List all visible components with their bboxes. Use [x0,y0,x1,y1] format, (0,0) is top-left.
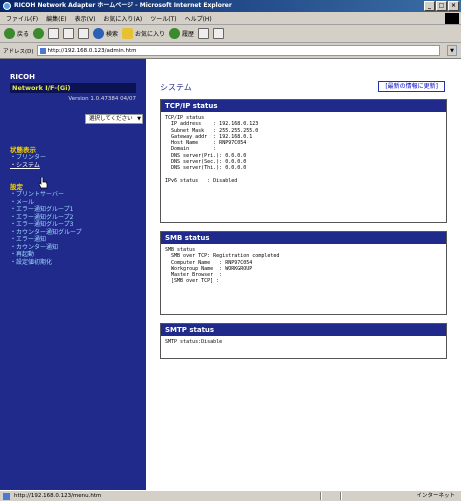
menu-tools[interactable]: ツール(T) [150,14,176,23]
panel-body: SMB status SMB over TCP: Registration co… [165,247,280,285]
sidebar-status-heading: 状態表示 [10,146,36,154]
sidebar-link-counter-group[interactable]: ・カウンター通知グループ [10,229,146,237]
sidebar-link-error-notify[interactable]: ・エラー通知 [10,236,146,244]
menu-favorites[interactable]: お気に入り(A) [103,14,142,23]
address-input[interactable]: http://192.168.0.123/admin.htm [36,45,440,56]
page-viewport: RICOH Network I/F-(Gi) Version 1.0.47384… [0,58,461,491]
address-label: アドレス(D) [3,48,34,55]
back-button[interactable]: 戻る [4,28,29,39]
window-title: RICOH Network Adapter ホームページ - Microsoft… [14,2,232,9]
home-icon [78,28,90,39]
favorites-button[interactable]: お気に入り [122,28,165,39]
panel-body: TCP/IP status IP address : 192.168.0.123… [165,115,259,184]
ie-icon [3,2,11,10]
history-icon [169,28,181,39]
close-button[interactable]: × [448,1,459,11]
minimize-button[interactable]: _ [424,1,435,11]
sidebar-version: Version 1.0.47384 04/07 [68,96,136,102]
sidebar-link-error-group-1[interactable]: ・エラー通知グループ1 [10,206,146,214]
status-divider [340,492,342,500]
forward-button[interactable] [33,28,45,39]
stop-icon [48,28,60,39]
smb-status-panel: SMB status SMB status SMB over TCP: Regi… [160,231,447,315]
menu-file[interactable]: ファイル(F) [6,14,38,23]
tcpip-status-panel: TCP/IP status TCP/IP status IP address :… [160,99,447,223]
sidebar-link-print-server[interactable]: ・プリントサーバー [10,191,146,199]
sidebar-link-reset[interactable]: ・設定値初期化 [10,259,146,267]
refresh-icon [63,28,75,39]
sidebar-link-printer[interactable]: ・プリンター [10,154,146,162]
history-button[interactable]: 履歴 [169,28,194,39]
panel-title: TCP/IP status [161,100,446,112]
sidebar: RICOH Network I/F-(Gi) Version 1.0.47384… [0,59,146,491]
hand-cursor-icon [38,177,48,189]
search-icon [93,28,105,39]
menu-help[interactable]: ヘルプ(H) [185,14,212,23]
panel-body: SMTP status:Disable [165,339,223,345]
smtp-status-panel: SMTP status SMTP status:Disable [160,323,447,359]
sidebar-product: RICOH [10,73,35,81]
main-content: システム [最新の情報に更新] TCP/IP status TCP/IP sta… [155,59,455,367]
panel-title: SMTP status [161,324,446,336]
refresh-info-button[interactable]: [最新の情報に更新] [378,81,445,92]
sidebar-network-title: Network I/F-(Gi) [10,83,136,93]
status-divider [320,492,322,500]
sidebar-link-system[interactable]: ・システム [10,162,146,170]
sidebar-link-error-group-3[interactable]: ・エラー通知グループ3 [10,221,146,229]
address-dropdown-icon[interactable]: ▼ [447,45,457,56]
favorites-label: お気に入り [135,31,166,38]
language-select[interactable]: 選択してください [85,114,143,124]
print-icon [213,28,225,39]
forward-arrow-icon [33,28,45,39]
sidebar-settings-heading: 設定 [10,183,23,191]
main-header: システム [最新の情報に更新] [155,79,455,97]
mail-icon [198,28,210,39]
panel-title: SMB status [161,232,446,244]
mail-button[interactable] [198,28,210,39]
search-label: 検索 [106,31,119,38]
sidebar-link-mail[interactable]: ・メール [10,199,146,207]
favorites-icon [122,28,134,39]
windows-logo-icon [445,13,459,24]
page-title: システム [160,83,192,92]
address-bar: アドレス(D) http://192.168.0.123/admin.htm ▼ [0,43,461,58]
home-button[interactable] [78,28,90,39]
menu-bar: ファイル(F) 編集(E) 表示(V) お気に入り(A) ツール(T) ヘルプ(… [0,12,461,25]
search-button[interactable]: 検索 [93,28,118,39]
maximize-button[interactable]: □ [436,1,447,11]
back-arrow-icon [4,28,15,39]
sidebar-link-counter-notify[interactable]: ・カウンター通知 [10,244,146,252]
sidebar-link-reboot[interactable]: ・再起動 [10,251,146,259]
window-controls: _ □ × [424,1,459,11]
window-title-bar: RICOH Network Adapter ホームページ - Microsoft… [0,0,461,12]
sidebar-link-error-group-2[interactable]: ・エラー通知グループ2 [10,214,146,222]
status-bar: http://192.168.0.123/menu.htm インターネット [0,490,461,501]
history-label: 履歴 [182,31,195,38]
refresh-page-button[interactable] [63,28,75,39]
toolbar: 戻る 検索 お気に入り 履歴 [0,25,461,43]
status-zone: インターネット [416,493,455,499]
print-button[interactable] [213,28,225,39]
status-text: http://192.168.0.123/menu.htm [14,493,102,499]
menu-view[interactable]: 表示(V) [75,14,96,23]
menu-edit[interactable]: 編集(E) [46,14,66,23]
back-label: 戻る [17,31,30,38]
stop-button[interactable] [48,28,60,39]
